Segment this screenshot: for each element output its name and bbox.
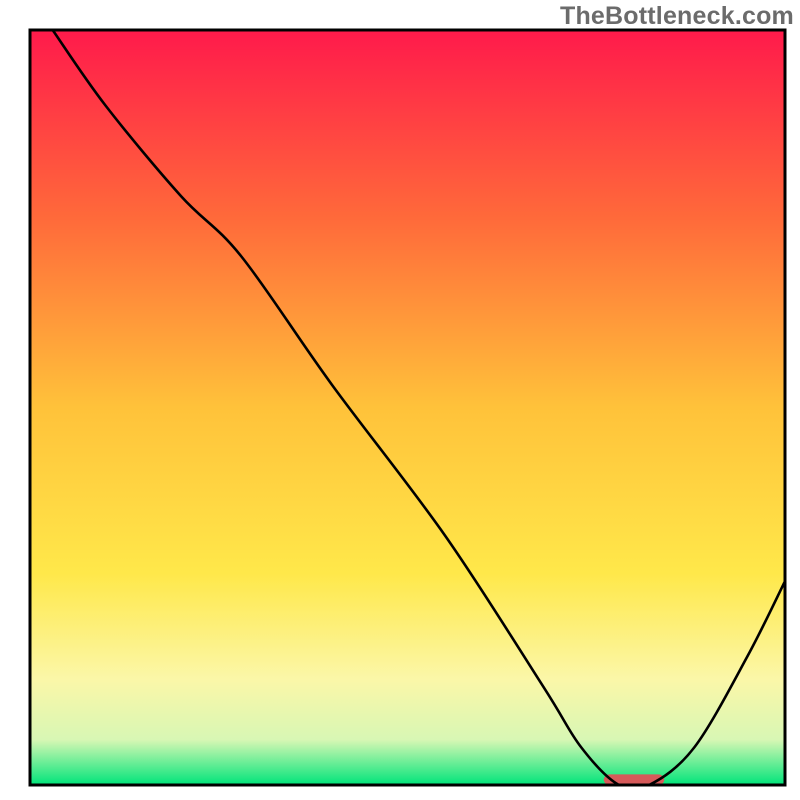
chart-stage: TheBottleneck.com (0, 0, 800, 800)
bottleneck-chart (0, 0, 800, 800)
gradient-background (30, 30, 785, 785)
watermark-text: TheBottleneck.com (560, 2, 794, 31)
